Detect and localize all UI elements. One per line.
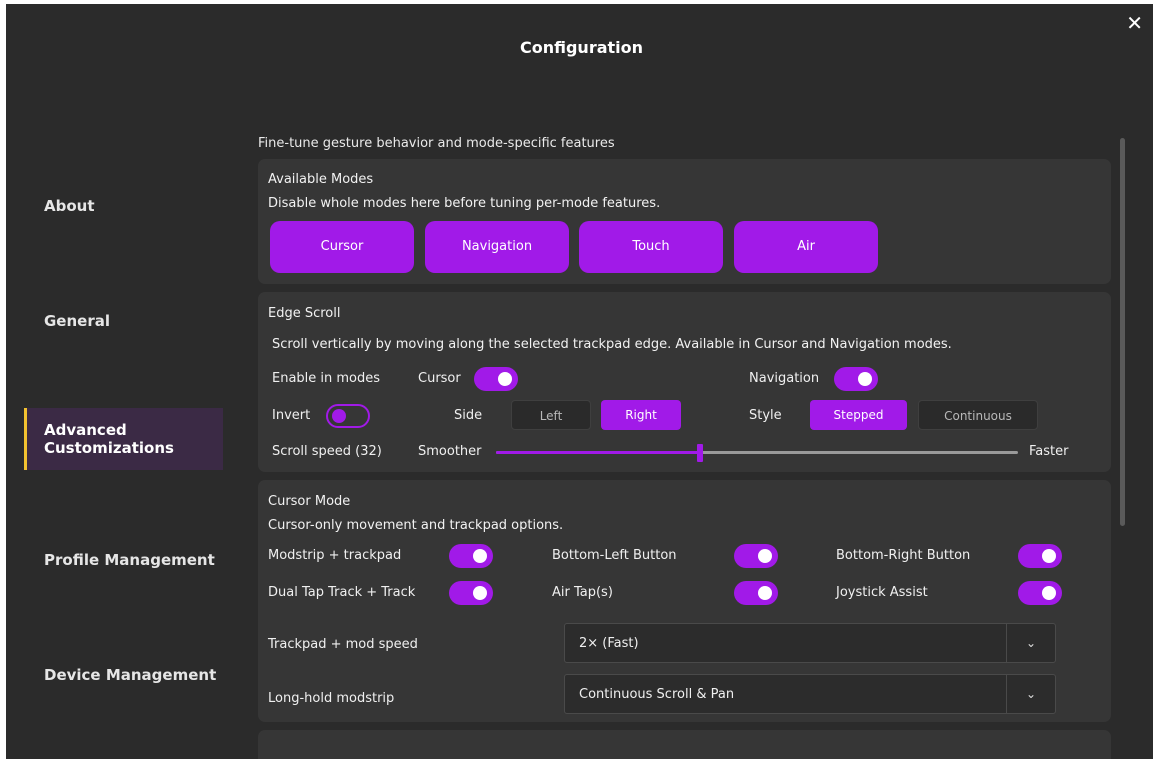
cursor-mode-subtitle: Cursor-only movement and trackpad option… — [268, 518, 564, 533]
joystick-assist-toggle[interactable] — [1018, 581, 1062, 605]
mode-navigation-button[interactable]: Navigation — [425, 221, 569, 273]
cursor-mode-card: Cursor Mode Cursor-only movement and tra… — [258, 480, 1111, 722]
edge-scroll-title: Edge Scroll — [268, 306, 341, 321]
style-stepped-option[interactable]: Stepped — [810, 400, 907, 430]
side-right-option[interactable]: Right — [601, 400, 681, 430]
side-label: Side — [454, 408, 483, 423]
mode-touch-button[interactable]: Touch — [579, 221, 723, 273]
close-icon[interactable]: ✕ — [1126, 13, 1143, 33]
main-content: Fine-tune gesture behavior and mode-spec… — [258, 4, 1118, 759]
next-section-card — [258, 730, 1111, 759]
side-left-option[interactable]: Left — [511, 400, 591, 430]
invert-toggle[interactable] — [326, 404, 370, 428]
air-taps-label: Air Tap(s) — [552, 585, 613, 600]
modstrip-trackpad-toggle[interactable] — [449, 544, 493, 568]
sidebar-item-advanced-customizations[interactable]: Advanced Customizations — [24, 408, 223, 470]
trackpad-speed-value: 2× (Fast) — [579, 636, 639, 651]
air-taps-toggle[interactable] — [734, 581, 778, 605]
dual-tap-track-toggle[interactable] — [449, 581, 493, 605]
sidebar-item-profile-management[interactable]: Profile Management — [24, 551, 223, 569]
bottom-right-button-toggle[interactable] — [1018, 544, 1062, 568]
sidebar-item-device-management[interactable]: Device Management — [24, 666, 223, 684]
joystick-assist-label: Joystick Assist — [836, 585, 928, 600]
chevron-down-icon[interactable]: ⌄ — [1006, 675, 1055, 713]
sidebar-item-about[interactable]: About — [24, 197, 223, 215]
bottom-left-button-label: Bottom-Left Button — [552, 548, 677, 563]
edge-cursor-toggle[interactable] — [474, 367, 518, 391]
smoother-label: Smoother — [418, 444, 482, 459]
long-hold-modstrip-label: Long-hold modstrip — [268, 691, 395, 706]
edge-navigation-toggle[interactable] — [834, 367, 878, 391]
available-modes-card: Available Modes Disable whole modes here… — [258, 159, 1111, 284]
available-modes-title: Available Modes — [268, 172, 374, 187]
page-intro: Fine-tune gesture behavior and mode-spec… — [258, 136, 615, 151]
edge-scroll-card: Edge Scroll Scroll vertically by moving … — [258, 292, 1111, 472]
cursor-mode-title: Cursor Mode — [268, 494, 351, 509]
trackpad-speed-label: Trackpad + mod speed — [268, 637, 418, 652]
edge-navigation-label: Navigation — [749, 371, 820, 386]
bottom-left-button-toggle[interactable] — [734, 544, 778, 568]
faster-label: Faster — [1029, 444, 1069, 459]
edge-scroll-subtitle: Scroll vertically by moving along the se… — [272, 337, 952, 352]
long-hold-modstrip-value: Continuous Scroll & Pan — [579, 687, 735, 702]
sidebar-item-general[interactable]: General — [24, 312, 223, 330]
mode-air-button[interactable]: Air — [734, 221, 878, 273]
scrollbar[interactable] — [1120, 138, 1125, 526]
dual-tap-track-label: Dual Tap Track + Track — [268, 585, 416, 600]
edge-cursor-label: Cursor — [418, 371, 461, 386]
style-label: Style — [749, 408, 782, 423]
long-hold-modstrip-select[interactable]: Continuous Scroll & Pan ⌄ — [564, 674, 1056, 714]
configuration-window: Configuration ✕ About General Advanced C… — [6, 4, 1153, 759]
available-modes-subtitle: Disable whole modes here before tuning p… — [268, 196, 661, 211]
trackpad-speed-select[interactable]: 2× (Fast) ⌄ — [564, 623, 1056, 663]
invert-label: Invert — [272, 408, 311, 423]
style-continuous-option[interactable]: Continuous — [918, 400, 1038, 430]
chevron-down-icon[interactable]: ⌄ — [1006, 624, 1055, 662]
mode-cursor-button[interactable]: Cursor — [270, 221, 414, 273]
modstrip-trackpad-label: Modstrip + trackpad — [268, 548, 402, 563]
enable-in-modes-label: Enable in modes — [272, 371, 381, 386]
scroll-speed-slider-thumb[interactable] — [696, 444, 703, 462]
scroll-speed-slider-fill — [496, 451, 700, 454]
scroll-speed-label: Scroll speed (32) — [272, 444, 382, 459]
bottom-right-button-label: Bottom-Right Button — [836, 548, 971, 563]
